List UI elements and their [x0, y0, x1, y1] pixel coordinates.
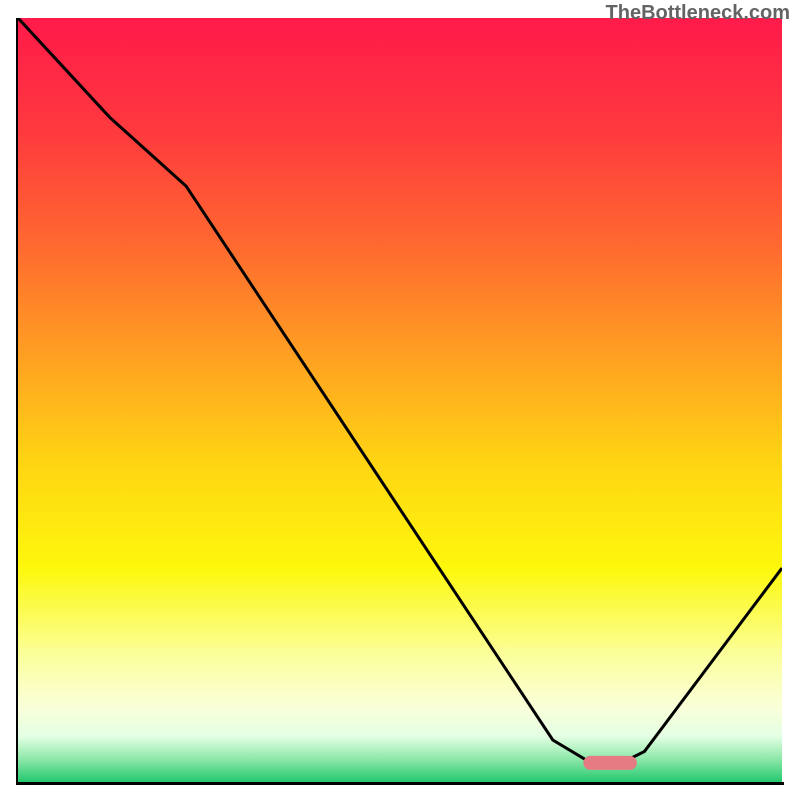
watermark-text: TheBottleneck.com — [606, 2, 790, 25]
bottleneck-curve — [18, 18, 782, 763]
chart-plot-area — [18, 18, 782, 782]
x-axis-line — [16, 782, 784, 785]
optimal-marker — [583, 756, 636, 770]
chart-svg — [18, 18, 782, 782]
